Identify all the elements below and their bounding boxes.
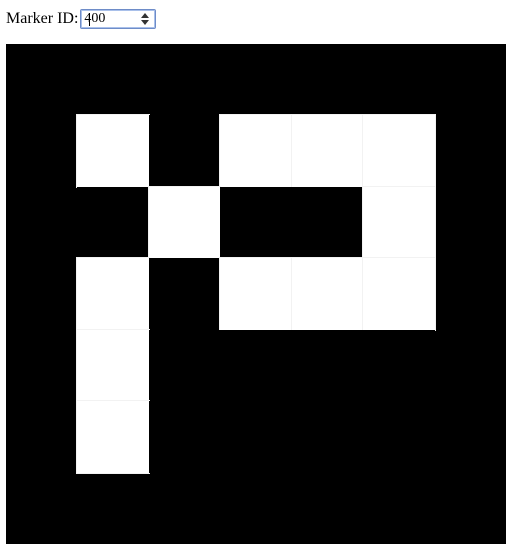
decrement-arrow-icon[interactable] bbox=[141, 20, 150, 25]
marker-cell-1-1 bbox=[147, 185, 222, 260]
marker-cell-4-1 bbox=[148, 401, 221, 473]
marker-cell-4-0 bbox=[76, 400, 150, 474]
marker-cell-0-2 bbox=[219, 114, 293, 188]
marker-cell-2-0 bbox=[76, 257, 150, 331]
marker-cell-0-1 bbox=[148, 115, 221, 187]
marker-cell-1-2 bbox=[220, 186, 292, 259]
marker-cell-2-4 bbox=[362, 257, 436, 331]
marker-cell-3-1 bbox=[148, 329, 221, 402]
marker-cell-0-0 bbox=[76, 114, 150, 188]
marker-cell-2-2 bbox=[219, 257, 293, 331]
marker-id-stepper[interactable]: 400 bbox=[80, 9, 157, 29]
marker-cell-0-4 bbox=[362, 114, 436, 188]
marker-cell-2-3 bbox=[290, 257, 365, 331]
aruco-marker-canvas bbox=[6, 44, 506, 544]
marker-cell-2-1 bbox=[148, 258, 221, 330]
marker-cell-3-2 bbox=[220, 329, 292, 402]
marker-cell-3-3 bbox=[291, 329, 364, 402]
marker-id-label: Marker ID: bbox=[6, 10, 79, 27]
marker-id-control: Marker ID: 400 bbox=[6, 8, 157, 30]
text-caret bbox=[89, 13, 91, 26]
marker-cell-4-3 bbox=[291, 401, 364, 473]
increment-arrow-icon[interactable] bbox=[141, 13, 150, 18]
marker-cell-4-4 bbox=[363, 401, 435, 473]
marker-cell-0-3 bbox=[290, 114, 365, 188]
marker-cell-4-2 bbox=[220, 401, 292, 473]
marker-cell-1-0 bbox=[77, 186, 149, 259]
marker-cell-1-4 bbox=[362, 185, 436, 260]
marker-cell-3-4 bbox=[363, 329, 435, 402]
stepper-arrows[interactable] bbox=[138, 10, 152, 28]
marker-cell-3-0 bbox=[76, 328, 150, 403]
marker-cell-1-3 bbox=[291, 186, 364, 259]
